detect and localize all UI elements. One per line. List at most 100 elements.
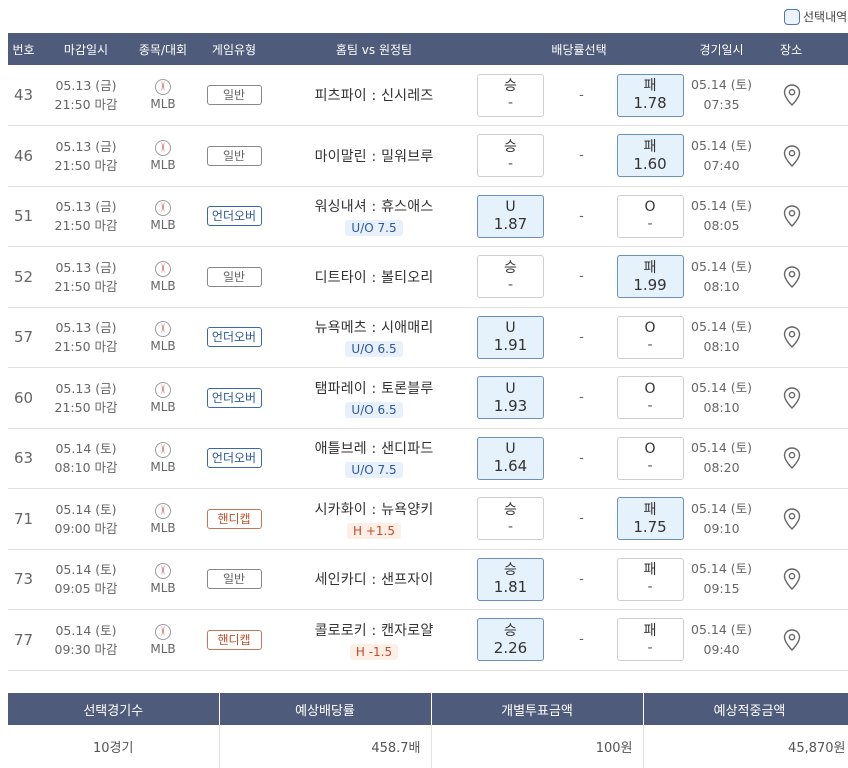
deadline-date: 05.14 (토) — [55, 622, 117, 638]
map-pin-icon[interactable] — [782, 567, 802, 591]
table-row: 51 05.13 (금) 21:50 마감 MLB 언더오버 워싱내셔 : 휴스애스 U/O… — [8, 186, 848, 247]
game-number: 73 — [13, 570, 34, 589]
odds-draw-value: - — [579, 390, 584, 406]
table-row: 52 05.13 (금) 21:50 마감 MLB 일반 디트타이 : 볼티오리 승 - - 패 1… — [8, 247, 848, 307]
map-pin-icon[interactable] — [782, 325, 802, 349]
line-badge: U/O 6.5 — [345, 401, 403, 418]
game-type-badge: 핸디캡 — [206, 629, 262, 650]
odds-left-button[interactable]: 승- — [477, 134, 544, 178]
odds-right-button[interactable]: 패 1.78 — [616, 73, 684, 117]
odds-right-button[interactable]: 패 1.60 — [616, 134, 684, 178]
match-teams: 마이말린 : 밀워브루 — [314, 148, 434, 165]
odds-right-label: 패 — [643, 138, 657, 155]
table-row: 43 05.13 (금) 21:50 마감 MLB 일반 피츠파이 : 신시레즈 승 - - 패 1… — [8, 65, 848, 126]
odds-right-label: O — [644, 320, 656, 337]
game-time: 07:40 — [703, 157, 740, 173]
deadline-time: 21:50 마감 — [54, 339, 118, 355]
odds-left-value: - — [507, 518, 514, 535]
match-teams: 디트타이 : 볼티오리 — [314, 269, 434, 286]
game-time: 09:10 — [703, 520, 740, 536]
odds-left-value: - — [507, 95, 514, 111]
odds-right-button[interactable]: 패- — [616, 618, 684, 662]
league-name: MLB — [150, 278, 176, 293]
game-number: 60 — [13, 388, 34, 407]
summary-table: 선택경기수 예상배당률 개별투표금액 예상적중금액 10경기 458.7배 10… — [8, 693, 848, 768]
map-pin-icon[interactable] — [782, 628, 802, 652]
selection-toggle[interactable]: 선택내역 — [784, 8, 847, 25]
odds-left-button[interactable]: 승 1.81 — [477, 557, 544, 601]
odds-right-value: - — [647, 337, 653, 354]
map-pin-icon[interactable] — [782, 83, 802, 107]
odds-right-button[interactable]: O- — [616, 315, 684, 359]
game-number: 57 — [13, 328, 34, 347]
odds-left-label: 승 — [504, 259, 517, 276]
odds-right-button[interactable]: 패 1.75 — [616, 497, 684, 541]
match-teams: 애틀브레 : 샌디파드 — [314, 441, 434, 458]
odds-right-button[interactable]: 패- — [616, 557, 684, 601]
summary-header-count: 선택경기수 — [8, 693, 220, 725]
map-pin-icon[interactable] — [782, 446, 802, 470]
odds-left-button[interactable]: U 1.87 — [477, 194, 544, 238]
deadline-date: 05.13 (금) — [55, 380, 117, 396]
deadline-time: 21:50 마감 — [54, 278, 118, 294]
match-teams: 피츠파이 : 신시레즈 — [314, 88, 434, 104]
odds-left-button[interactable]: U 1.64 — [477, 436, 544, 480]
odds-right-button[interactable]: 패 1.99 — [616, 255, 684, 299]
odds-left-button[interactable]: 승- — [477, 73, 544, 117]
odds-right-value: - — [647, 397, 653, 414]
odds-left-button[interactable]: 승 2.26 — [477, 618, 544, 662]
deadline-date: 05.14 (토) — [55, 441, 117, 457]
odds-left-button[interactable]: U 1.93 — [477, 376, 544, 420]
odds-left-label: U — [505, 320, 516, 337]
odds-left-value: 2.26 — [493, 638, 528, 657]
baseball-icon — [155, 321, 171, 338]
odds-left-label: U — [505, 199, 516, 216]
header-number: 번호 — [12, 42, 35, 57]
odds-right-button[interactable]: O- — [616, 194, 684, 238]
deadline-time: 21:50 마감 — [54, 97, 118, 112]
odds-left-button[interactable]: 승- — [477, 497, 544, 541]
table-row: 71 05.14 (토) 09:00 마감 MLB 핸디캡 시카화이 : 뉴욕양키 H +1… — [8, 489, 848, 549]
map-pin-icon[interactable] — [782, 265, 802, 289]
odds-right-button[interactable]: O- — [616, 376, 684, 420]
match-teams: 시카화이 : 뉴욕양키 — [314, 501, 434, 518]
header-deadline: 마감일시 — [63, 42, 109, 57]
game-type-badge: 핸디캡 — [206, 508, 262, 529]
summary-stake: 100원 — [431, 725, 644, 768]
league-name: MLB — [150, 581, 176, 596]
odds-draw-value: - — [579, 208, 584, 224]
map-pin-icon[interactable] — [782, 144, 802, 168]
map-pin-icon[interactable] — [782, 204, 802, 228]
odds-right-label: O — [644, 441, 656, 458]
deadline-date: 05.13 (금) — [55, 78, 117, 93]
game-time: 08:10 — [703, 399, 740, 415]
baseball-icon — [155, 442, 171, 459]
game-date: 05.14 (토) — [691, 198, 753, 214]
baseball-icon — [155, 260, 171, 277]
odds-left-value: 1.91 — [493, 336, 528, 355]
odds-right-value: - — [647, 458, 653, 475]
odds-right-label: 패 — [643, 501, 657, 518]
table-row: 73 05.14 (토) 09:05 마감 MLB 일반 세인카디 : 샌프자이 승 1.81… — [8, 549, 848, 610]
game-date: 05.14 (토) — [691, 440, 753, 456]
summary-header-odds: 예상배당률 — [219, 693, 432, 725]
league-name: MLB — [150, 97, 176, 111]
league-name: MLB — [150, 460, 176, 475]
odds-left-button[interactable]: U 1.91 — [477, 315, 544, 359]
odds-right-value: 1.78 — [633, 94, 667, 112]
table-row: 57 05.13 (금) 21:50 마감 MLB 언더오버 뉴욕메츠 : 시애매리 U/O… — [8, 307, 848, 368]
map-pin-icon[interactable] — [782, 386, 802, 410]
game-time: 07:35 — [703, 97, 740, 112]
summary-odds: 458.7배 — [219, 725, 432, 768]
match-teams: 탬파레이 : 토론블루 — [314, 380, 434, 397]
deadline-time: 21:50 마감 — [54, 157, 118, 173]
deadline-date: 05.13 (금) — [55, 259, 117, 275]
odds-left-button[interactable]: 승- — [477, 255, 544, 299]
game-date: 05.14 (토) — [691, 319, 753, 335]
deadline-date: 05.13 (금) — [55, 199, 117, 215]
game-number: 46 — [13, 146, 34, 165]
odds-right-button[interactable]: O- — [616, 436, 684, 480]
selection-checkbox[interactable] — [784, 8, 800, 25]
league-name: MLB — [150, 399, 176, 414]
map-pin-icon[interactable] — [782, 507, 802, 531]
